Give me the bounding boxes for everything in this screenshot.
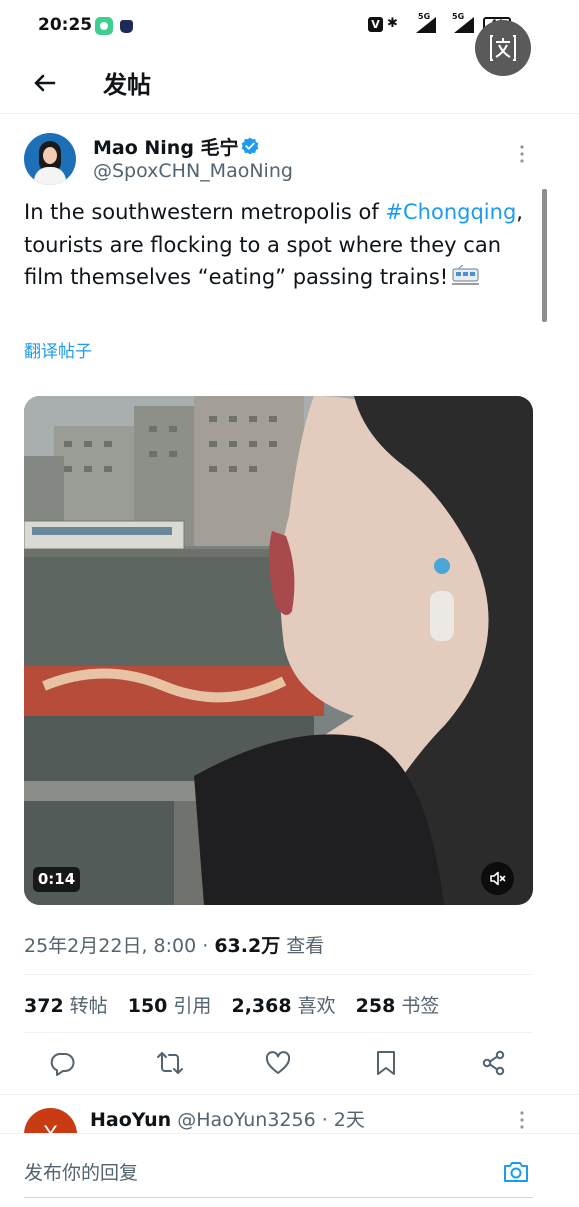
likes-stat[interactable]: 2,368 喜欢: [231, 991, 335, 1018]
app-notification-icon: [120, 20, 133, 33]
app-notification-icon: [95, 17, 113, 35]
more-options-icon[interactable]: [512, 1108, 532, 1132]
video-thumbnail: [24, 396, 533, 905]
reply-handle-time: @HaoYun3256 · 2天: [177, 1109, 365, 1131]
post-timestamp[interactable]: 25年2月22日, 8:00: [24, 935, 196, 957]
scrollbar[interactable]: [542, 189, 547, 322]
input-underline: [24, 1197, 533, 1198]
status-time: 20:25: [38, 15, 93, 35]
page-title: 发帖: [103, 71, 151, 99]
retweets-stat[interactable]: 372 转帖: [24, 991, 108, 1018]
hashtag-link[interactable]: #Chongqing: [385, 200, 516, 224]
signal-icon: [454, 17, 474, 33]
more-options-icon[interactable]: [512, 142, 532, 166]
reply-icon[interactable]: [48, 1049, 76, 1077]
share-icon[interactable]: [480, 1049, 508, 1077]
divider: [24, 1032, 533, 1033]
divider: [24, 974, 533, 975]
video-player[interactable]: 0:14: [24, 396, 533, 905]
header-bar: 发帖: [0, 52, 579, 114]
views-count: 63.2万: [214, 935, 281, 957]
views-label: 查看: [286, 935, 325, 957]
verified-badge-icon: [241, 137, 259, 155]
divider: [0, 1094, 579, 1095]
camera-icon[interactable]: [502, 1158, 530, 1186]
mute-icon[interactable]: [481, 862, 514, 895]
translate-post-link[interactable]: 翻译帖子: [24, 337, 92, 362]
timestamp-views: 25年2月22日, 8:00 · 63.2万 查看: [24, 935, 325, 957]
bluetooth-icon: ✱: [387, 16, 398, 31]
train-emoji-icon: [451, 264, 480, 286]
arrow-left-icon[interactable]: [30, 68, 60, 98]
retweet-icon[interactable]: [156, 1049, 184, 1077]
video-duration: 0:14: [33, 867, 80, 892]
reply-header: HaoYun @HaoYun3256 · 2天: [90, 1105, 365, 1132]
bookmark-icon[interactable]: [372, 1049, 400, 1077]
quotes-stat[interactable]: 150 引用: [128, 991, 212, 1018]
author-handle[interactable]: @SpoxCHN_MaoNing: [93, 160, 293, 182]
reply-input[interactable]: 发布你的回复: [24, 1158, 138, 1185]
author-name[interactable]: Mao Ning 毛宁: [93, 133, 239, 160]
signal-icon: [416, 17, 436, 33]
reply-author-name[interactable]: HaoYun: [90, 1109, 171, 1131]
engagement-stats: 372 转帖 150 引用 2,368 喜欢 258 书签: [24, 991, 453, 1018]
author-avatar[interactable]: [24, 133, 76, 185]
tweet-text: In the southwestern metropolis of #Chong…: [24, 200, 523, 289]
like-icon[interactable]: [264, 1049, 292, 1077]
reply-composer: 发布你的回复: [0, 1133, 579, 1207]
bookmarks-stat[interactable]: 258 书签: [356, 991, 440, 1018]
vpn-icon: V: [368, 17, 383, 32]
